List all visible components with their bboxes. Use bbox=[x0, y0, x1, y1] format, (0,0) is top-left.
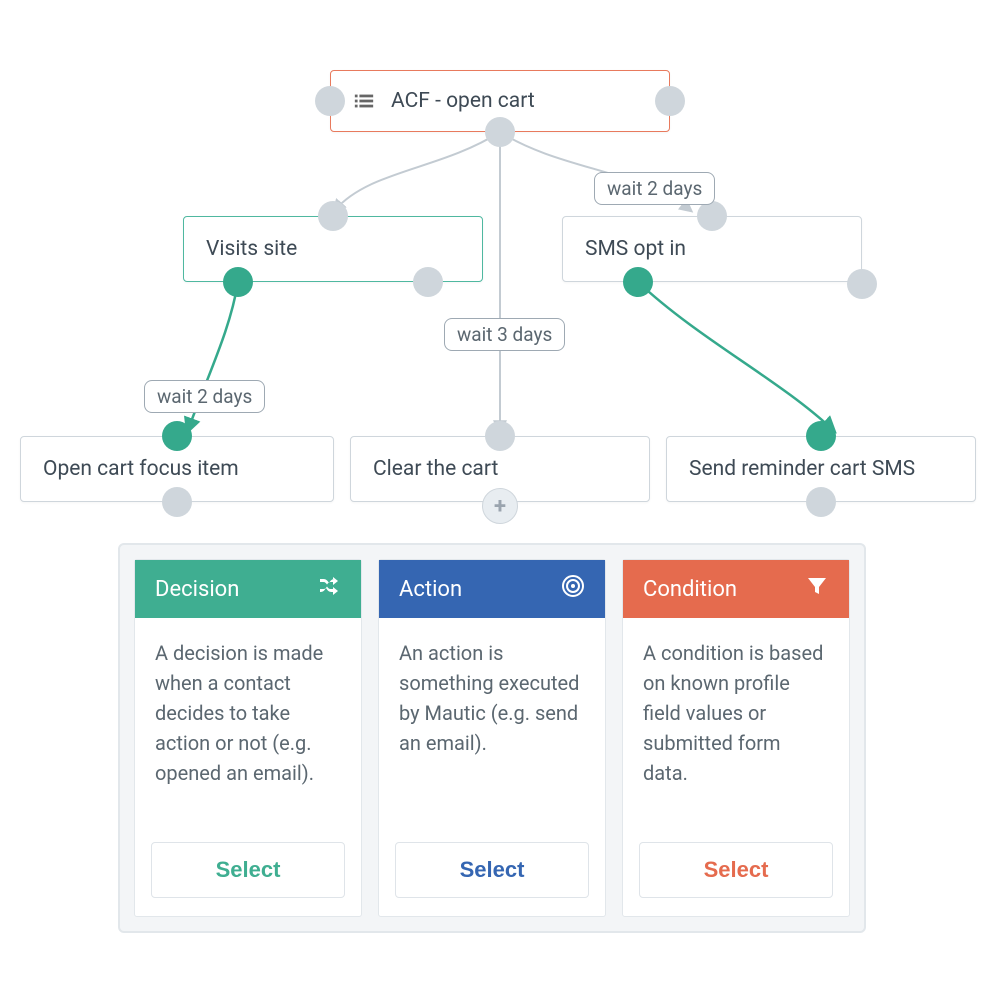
connector-dot[interactable] bbox=[318, 201, 348, 231]
shuffle-icon bbox=[317, 574, 341, 604]
add-node-button[interactable]: + bbox=[482, 488, 518, 524]
connector-dot[interactable] bbox=[162, 421, 192, 451]
select-condition-button[interactable]: Select bbox=[639, 842, 833, 898]
node-label: Visits site bbox=[184, 221, 319, 277]
wait-label: wait 3 days bbox=[444, 318, 565, 351]
connector-dot[interactable] bbox=[162, 487, 192, 517]
connector-dot[interactable] bbox=[655, 86, 685, 116]
target-icon bbox=[561, 574, 585, 604]
connector-dot[interactable] bbox=[806, 487, 836, 517]
decision-card: Decision A decision is made when a conta… bbox=[134, 559, 362, 917]
card-title: Condition bbox=[643, 577, 737, 602]
connector-dot[interactable] bbox=[315, 86, 345, 116]
connector-dot-no[interactable] bbox=[413, 267, 443, 297]
card-title: Decision bbox=[155, 577, 239, 602]
node-type-selector-panel: Decision A decision is made when a conta… bbox=[118, 543, 866, 933]
connector-dot[interactable] bbox=[806, 421, 836, 451]
connector-dot-yes[interactable] bbox=[623, 267, 653, 297]
connector-dot-no[interactable] bbox=[847, 269, 877, 299]
root-label: ACF - open cart bbox=[369, 73, 557, 129]
connector-dot[interactable] bbox=[485, 117, 515, 147]
card-title: Action bbox=[399, 577, 462, 602]
action-card-header: Action bbox=[379, 560, 605, 618]
filter-icon bbox=[805, 574, 829, 604]
wait-label: wait 2 days bbox=[144, 380, 265, 413]
node-label: Open cart focus item bbox=[21, 441, 261, 497]
connector-dot[interactable] bbox=[485, 421, 515, 451]
connector-dot-yes[interactable] bbox=[223, 267, 253, 297]
wait-label: wait 2 days bbox=[594, 172, 715, 205]
condition-card: Condition A condition is based on known … bbox=[622, 559, 850, 917]
card-description: An action is something executed by Mauti… bbox=[379, 618, 605, 832]
connector-dot[interactable] bbox=[697, 201, 727, 231]
decision-card-header: Decision bbox=[135, 560, 361, 618]
select-decision-button[interactable]: Select bbox=[151, 842, 345, 898]
node-label: Send reminder cart SMS bbox=[667, 441, 937, 497]
card-description: A condition is based on known profile fi… bbox=[623, 618, 849, 832]
condition-card-header: Condition bbox=[623, 560, 849, 618]
select-action-button[interactable]: Select bbox=[395, 842, 589, 898]
card-description: A decision is made when a contact decide… bbox=[135, 618, 361, 832]
action-card: Action An action is something executed b… bbox=[378, 559, 606, 917]
